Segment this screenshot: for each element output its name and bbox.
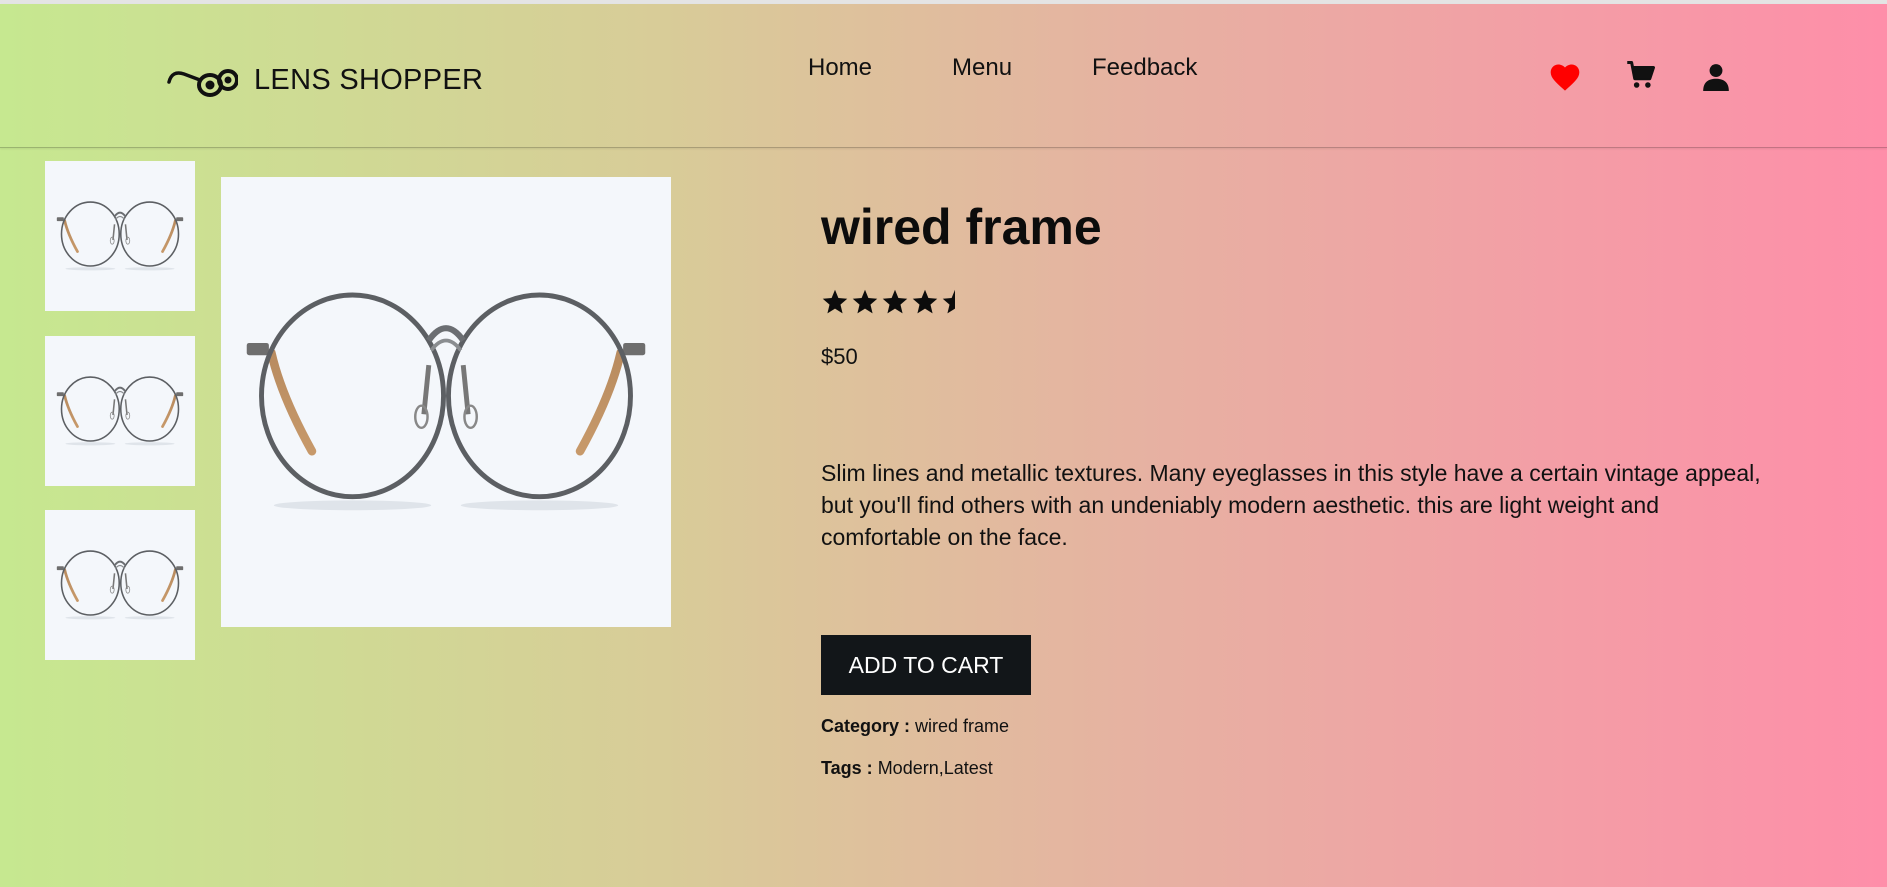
star-rating [821, 288, 969, 316]
product-tags: Tags : Modern,Latest [821, 758, 993, 779]
category-label: Category : [821, 716, 911, 736]
heart-icon[interactable] [1548, 62, 1582, 97]
star-icon [822, 289, 848, 314]
category-value: wired frame [915, 716, 1010, 736]
star-icon [882, 289, 908, 314]
tags-value: Modern,Latest [877, 758, 993, 778]
tags-label: Tags : [821, 758, 873, 778]
user-icon[interactable] [1702, 62, 1730, 97]
brand-name: LENS SHOPPER [254, 63, 484, 96]
thumbnail-image[interactable] [45, 336, 195, 486]
brand-logo[interactable]: LENS SHOPPER [166, 58, 483, 102]
nav-home-link[interactable]: Home [808, 54, 872, 82]
wired-frame-glasses-image [55, 549, 185, 621]
site-header: LENS SHOPPER Home Menu Feedback [0, 4, 1887, 148]
nav-feedback-link[interactable]: Feedback [1092, 54, 1197, 82]
product-category: Category : wired frame [821, 716, 1009, 737]
wired-frame-glasses-image [55, 200, 185, 272]
wired-frame-glasses-image [244, 279, 648, 525]
star-icon [852, 289, 878, 314]
product-price: $50 [821, 344, 858, 369]
cart-icon[interactable] [1626, 60, 1656, 95]
thumbnail-image[interactable] [45, 161, 195, 311]
wired-frame-glasses-image [55, 375, 185, 447]
product-title: wired frame [821, 199, 1102, 255]
main-product-image [221, 177, 671, 627]
star-icon [912, 289, 938, 314]
add-to-cart-button[interactable]: ADD TO CART [821, 635, 1031, 695]
nav-menu-link[interactable]: Menu [952, 54, 1012, 82]
star-half-icon [942, 289, 955, 314]
glasses-icon [166, 58, 239, 103]
product-description: Slim lines and metallic textures. Many e… [821, 460, 1761, 550]
thumbnail-image[interactable] [45, 510, 195, 660]
